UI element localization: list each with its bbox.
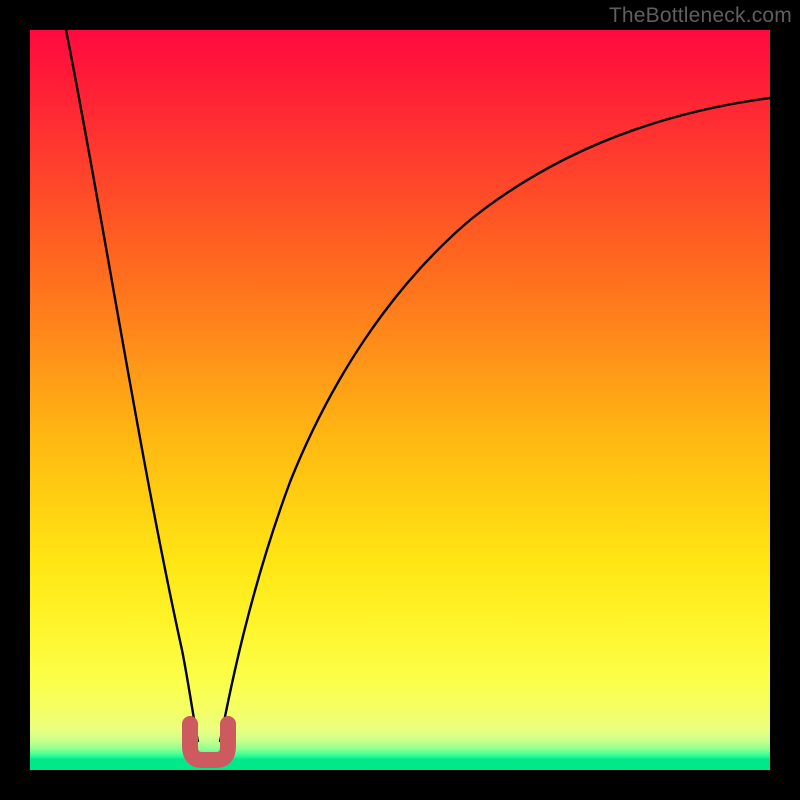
plot-area [30, 30, 770, 770]
curve-right-branch [220, 98, 770, 742]
optimal-marker [190, 724, 228, 760]
chart-frame: TheBottleneck.com [0, 0, 800, 800]
curve-left-branch [66, 30, 198, 742]
curve-layer [30, 30, 770, 770]
watermark-text: TheBottleneck.com [609, 4, 792, 28]
